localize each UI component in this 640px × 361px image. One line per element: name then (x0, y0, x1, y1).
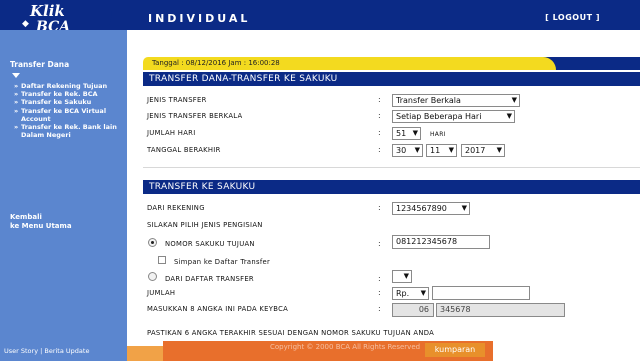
jenis-berkala-label: JENIS TRANSFER BERKALA (147, 112, 243, 120)
colon: : (378, 304, 381, 313)
sidebar-title: Transfer Dana (10, 60, 70, 69)
tanggal-month-select[interactable]: 11 ▼ (426, 144, 457, 157)
dari-daftar-radio[interactable] (148, 272, 157, 281)
colon: : (378, 239, 381, 248)
hari-unit-label: HARI (430, 131, 446, 138)
sidebar-item-virtual-account[interactable]: Transfer ke BCA Virtual Account (12, 107, 124, 123)
jenis-transfer-value: Transfer Berkala (396, 96, 461, 105)
verification-note: PASTIKAN 6 ANGKA TERAKHIR SESUAI DENGAN … (147, 329, 435, 337)
page-title: INDIVIDUAL (148, 12, 251, 25)
datetime-text: Tanggal : 08/12/2016 Jam : 16:00:28 (152, 59, 280, 67)
pilih-jenis-label: SILAKAN PILIH JENIS PENGISIAN (147, 221, 263, 229)
keybca-label: MASUKKAN 8 ANGKA INI PADA KEYBCA (147, 305, 289, 313)
tanggal-berakhir-label: TANGGAL BERAKHIR (147, 146, 221, 154)
jumlah-input[interactable] (432, 286, 530, 300)
chevron-down-icon: ▼ (412, 129, 418, 137)
chevron-down-icon: ▼ (496, 146, 502, 154)
nomor-sakuku-input[interactable]: 081212345678 (392, 235, 490, 249)
simpan-daftar-label: Simpan ke Daftar Transfer (174, 258, 271, 266)
footer-bar: User Story | Berita Update (0, 342, 127, 361)
chevron-down-icon: ▼ (506, 112, 512, 120)
sidebar-menu: Daftar Rekening Tujuan Transfer ke Rek. … (12, 82, 124, 139)
nomor-sakuku-label: NOMOR SAKUKU TUJUAN (165, 240, 255, 248)
chevron-down-icon: ▼ (403, 272, 409, 280)
dari-daftar-label: DARI DAFTAR TRANSFER (165, 275, 254, 283)
colon: : (378, 288, 381, 297)
kumparan-watermark: kumparan (425, 343, 485, 357)
tanggal-year-value: 2017 (465, 146, 486, 155)
chevron-down-icon: ▼ (420, 289, 426, 297)
divider (143, 167, 640, 168)
keybca-code-field: 345678 (436, 303, 565, 317)
colon: : (378, 111, 381, 120)
back-link-line1: Kembali (10, 213, 42, 221)
back-link-line2: ke Menu Utama (10, 222, 72, 230)
sidebar-item-transfer-sakuku[interactable]: Transfer ke Sakuku (12, 98, 124, 106)
keybca-prefix-field: 06 (392, 303, 434, 317)
jenis-berkala-select[interactable]: Setiap Beberapa Hari ▼ (392, 110, 515, 123)
sidebar: Transfer Dana Daftar Rekening Tujuan Tra… (0, 30, 127, 342)
tanggal-month-value: 11 (430, 146, 441, 155)
jumlah-label: JUMLAH (147, 289, 176, 297)
footer-links[interactable]: User Story | Berita Update (4, 347, 89, 355)
colon: : (378, 203, 381, 212)
jumlah-hari-select[interactable]: 51 ▼ (392, 127, 421, 140)
triangle-down-icon (12, 73, 20, 78)
dari-rekening-label: DARI REKENING (147, 204, 205, 212)
dari-rekening-value: 1234567890 (396, 204, 447, 213)
chevron-down-icon: ▼ (511, 96, 517, 104)
bottom-accent-bar (127, 346, 163, 361)
tanggal-year-select[interactable]: 2017 ▼ (461, 144, 505, 157)
currency-select[interactable]: Rp. ▼ (392, 287, 429, 300)
jenis-transfer-select[interactable]: Transfer Berkala ▼ (392, 94, 520, 107)
sidebar-item-bank-lain[interactable]: Transfer ke Rek. Bank lain Dalam Negeri (12, 123, 124, 139)
colon: : (378, 145, 381, 154)
chevron-down-icon: ▼ (414, 146, 420, 154)
sidebar-item-transfer-bca[interactable]: Transfer ke Rek. BCA (12, 90, 124, 98)
chevron-down-icon: ▼ (461, 204, 467, 212)
jenis-berkala-value: Setiap Beberapa Hari (396, 112, 482, 121)
jenis-transfer-label: JENIS TRANSFER (147, 96, 207, 104)
logo-text-klik: Klik (30, 2, 65, 20)
jumlah-hari-value: 51 (396, 129, 407, 138)
section-title-transfer-sakuku: TRANSFER KE SAKUKU (143, 180, 640, 194)
simpan-daftar-checkbox[interactable] (158, 256, 166, 264)
jumlah-hari-label: JUMLAH HARI (147, 129, 196, 137)
dari-daftar-select[interactable]: ▼ (392, 270, 412, 283)
tanggal-day-select[interactable]: 30 ▼ (392, 144, 423, 157)
currency-value: Rp. (396, 289, 410, 298)
colon: : (378, 95, 381, 104)
copyright-text: Copyright © 2000 BCA All Rights Reserved (270, 343, 421, 351)
logout-link[interactable]: [ LOGOUT ] (545, 13, 600, 22)
datetime-bar-corner (526, 57, 640, 70)
back-to-main-menu-link[interactable]: Kembali ke Menu Utama (10, 213, 72, 231)
section-title-transfer-dana: TRANSFER DANA-TRANSFER KE SAKUKU (143, 72, 640, 86)
sidebar-corner (112, 30, 127, 50)
nomor-sakuku-radio[interactable] (148, 238, 157, 247)
colon: : (378, 128, 381, 137)
tanggal-day-value: 30 (396, 146, 407, 155)
dari-rekening-select[interactable]: 1234567890 ▼ (392, 202, 470, 215)
chevron-down-icon: ▼ (448, 146, 454, 154)
colon: : (378, 274, 381, 283)
sidebar-item-daftar-rekening[interactable]: Daftar Rekening Tujuan (12, 82, 124, 90)
logo-mark-icon: ◆ (22, 19, 29, 29)
